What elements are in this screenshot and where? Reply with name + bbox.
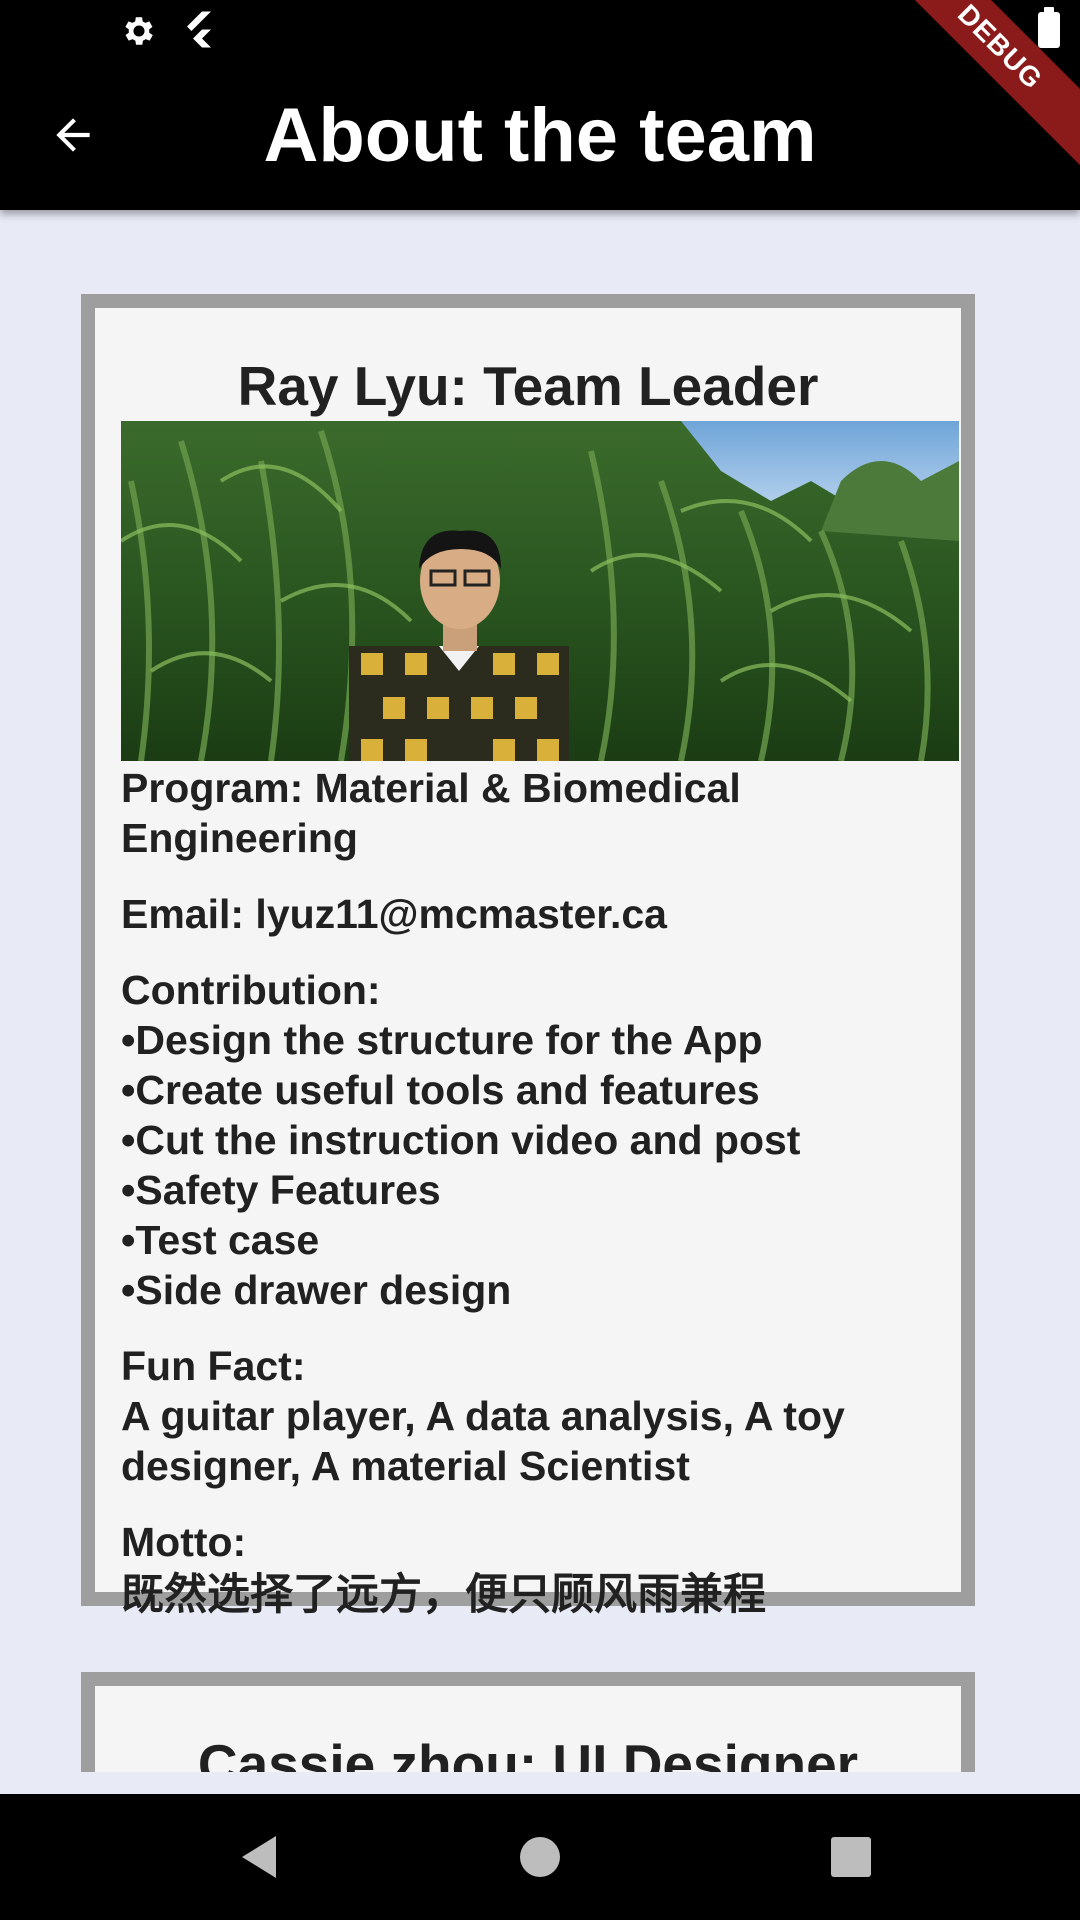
- battery-icon: [1038, 7, 1060, 48]
- list-item: •Cut the instruction video and post: [121, 1116, 801, 1163]
- member-program: Program: Material & Biomedical Engineeri…: [121, 764, 741, 861]
- home-circle-icon[interactable]: [515, 1832, 565, 1882]
- cornfield-photo-image: [121, 420, 959, 761]
- contribution-list: •Design the structure for the App •Creat…: [121, 1015, 935, 1315]
- fun-fact-section: Fun Fact: A guitar player, A data analys…: [121, 1341, 935, 1491]
- list-item: •Safety Features: [121, 1166, 441, 1213]
- app-bar: About the team: [0, 60, 1080, 210]
- member-heading: Cassie zhou: UI Designer: [197, 1733, 859, 1772]
- gear-icon: [125, 17, 153, 45]
- member-card: Ray Lyu: Team Leader Program: Material &…: [81, 294, 975, 1619]
- motto-text: 既然选择了远方，便只顾风雨兼程: [121, 1570, 766, 1619]
- team-list[interactable]: Ray Lyu: Team Leader Program: Material &…: [0, 210, 1080, 1772]
- back-triangle-icon[interactable]: [236, 1832, 286, 1882]
- fun-fact-text: A guitar player, A data analysis, A toy …: [121, 1392, 845, 1489]
- list-item: •Create useful tools and features: [121, 1066, 760, 1113]
- member-email: Email: lyuz11@mcmaster.ca: [121, 890, 667, 937]
- list-item: •Design the structure for the App: [121, 1016, 763, 1063]
- flutter-icon: [187, 11, 211, 48]
- status-bar: [0, 0, 1080, 60]
- recent-square-icon[interactable]: [826, 1832, 876, 1882]
- contribution-section: Contribution: •Design the structure for …: [121, 965, 935, 1315]
- contribution-label: Contribution:: [121, 966, 381, 1013]
- member-photo: [121, 420, 959, 761]
- list-item: •Side drawer design: [121, 1266, 512, 1313]
- page-title: About the team: [263, 93, 817, 178]
- list-item: •Test case: [121, 1216, 320, 1263]
- member-card: Cassie zhou: UI Designer: [81, 1672, 975, 1772]
- motto-section: Motto: 既然选择了远方，便只顾风雨兼程: [121, 1517, 935, 1623]
- fun-fact-label: Fun Fact:: [121, 1342, 306, 1389]
- motto-label: Motto:: [121, 1518, 247, 1565]
- member-heading: Ray Lyu: Team Leader: [237, 355, 819, 417]
- system-nav-bar: [0, 1794, 1080, 1920]
